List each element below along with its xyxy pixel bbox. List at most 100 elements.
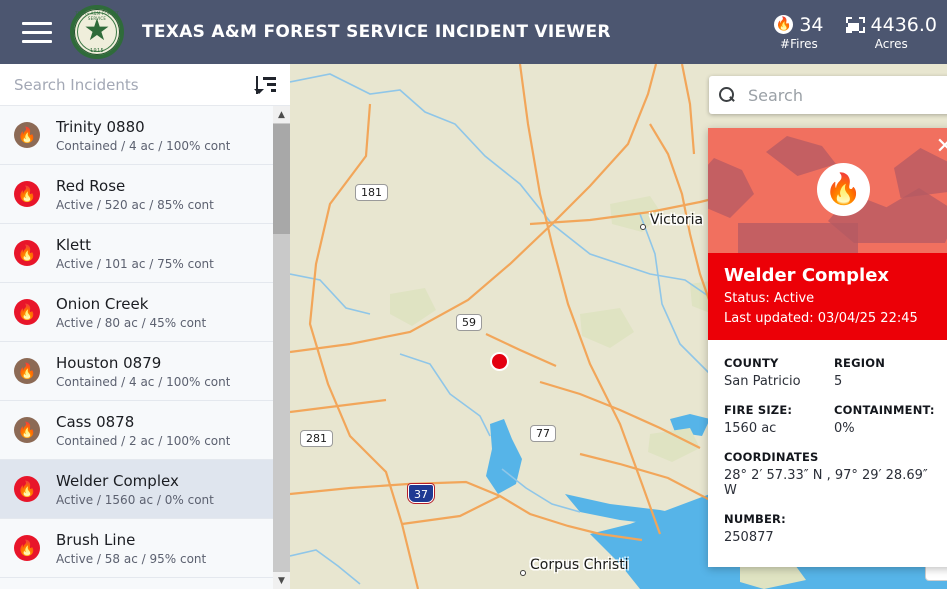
incident-viewer-app: TEXAS A&M FOREST SERVICE ★ 1915 TEXAS A&…: [0, 0, 947, 589]
incident-sidebar: 🔥 Trinity 0880 Contained / 4 ac / 100% c…: [0, 64, 290, 589]
incident-name: Trinity 0880: [56, 117, 145, 136]
sidebar-scrollbar[interactable]: ▲ ▼: [273, 106, 290, 589]
field-label: REGION: [834, 356, 886, 370]
map-search-box[interactable]: [709, 76, 947, 114]
field-label: CONTAINMENT:: [834, 403, 935, 417]
fire-icon: 🔥: [817, 163, 870, 216]
incident-meta: Active / 101 ac / 75% cont: [56, 256, 214, 271]
incident-meta: Active / 1560 ac / 0% cont: [56, 492, 214, 507]
field-label: COUNTY: [724, 356, 779, 370]
acres-icon: [845, 16, 865, 33]
fire-icon: 🔥: [14, 299, 40, 325]
incident-name: Houston 0879: [56, 353, 162, 372]
list-item[interactable]: 🔥 Cass 0878 Contained / 2 ac / 100% cont: [0, 401, 290, 460]
sort-bar: [271, 88, 276, 92]
incident-meta: Contained / 2 ac / 100% cont: [56, 433, 231, 448]
page-title: TEXAS A&M FOREST SERVICE INCIDENT VIEWER: [142, 22, 611, 42]
list-item[interactable]: 🔥 Klett Active / 101 ac / 75% cont: [0, 224, 290, 283]
sidebar-search-bar: [0, 64, 290, 106]
incident-name: Welder Complex: [56, 471, 179, 490]
field-value: 5: [834, 374, 843, 389]
list-item[interactable]: 🔥 Red Rose Active / 520 ac / 85% cont: [0, 165, 290, 224]
route-shield-281[interactable]: 281: [300, 430, 333, 447]
list-item[interactable]: 🔥 Onion Creek Active / 80 ac / 45% cont: [0, 283, 290, 342]
sort-bar: [267, 82, 276, 86]
field-value: San Patricio: [724, 374, 801, 389]
hamburger-bar: [22, 39, 52, 43]
stat-acres: 4436.0 Acres: [845, 13, 937, 51]
field-value: 28° 2′ 57.33″ N , 97° 29′ 28.69″ W: [724, 468, 928, 498]
map-search-input[interactable]: [748, 85, 947, 105]
city-dot-victoria: [640, 224, 646, 230]
app-header: TEXAS A&M FOREST SERVICE ★ 1915 TEXAS A&…: [0, 0, 947, 64]
field-label: NUMBER:: [724, 512, 786, 526]
field-value: 0%: [834, 421, 855, 436]
field-containment: CONTAINMENT: 0%: [834, 403, 944, 436]
sort-bar: [263, 76, 276, 80]
lake-choke: [486, 419, 522, 494]
incident-meta: Contained / 4 ac / 100% cont: [56, 374, 231, 389]
incident-meta: Active / 520 ac / 85% cont: [56, 197, 214, 212]
list-item[interactable]: 🔥 Double Fork: [0, 578, 290, 589]
stat-fires-value: 34: [799, 13, 824, 36]
list-item[interactable]: 🔥 Trinity 0880 Contained / 4 ac / 100% c…: [0, 106, 290, 165]
welder-complex-fire-marker[interactable]: [490, 352, 509, 371]
route-shield-59[interactable]: 59: [456, 314, 482, 331]
stat-fires-label: #Fires: [780, 36, 818, 51]
incident-info-panel: 🔥 ✕ Welder Complex Status: Active Last u…: [708, 128, 947, 567]
last-updated-line: Last updated: 03/04/25 22:45: [724, 311, 918, 326]
hamburger-bar: [22, 30, 52, 34]
star-icon: ★: [83, 13, 111, 48]
field-value: 1560 ac: [724, 421, 777, 436]
field-region: REGION 5: [834, 356, 944, 389]
stat-fires: 🔥 34 #Fires: [774, 13, 824, 51]
field-row: COUNTY San Patricio REGION 5: [724, 356, 944, 389]
fire-icon: 🔥: [14, 181, 40, 207]
panel-detail-fields: COUNTY San Patricio REGION 5 FIRE SIZE: …: [708, 340, 947, 567]
field-value: 250877: [724, 530, 774, 545]
sort-arrow-head: [254, 88, 264, 94]
field-label: FIRE SIZE:: [724, 403, 793, 417]
incident-list[interactable]: 🔥 Trinity 0880 Contained / 4 ac / 100% c…: [0, 106, 290, 589]
route-shield-i37[interactable]: 37: [408, 484, 434, 503]
city-label-victoria: Victoria: [650, 212, 704, 228]
panel-banner: Welder Complex Status: Active Last updat…: [708, 253, 947, 340]
incident-title: Welder Complex: [724, 265, 890, 286]
hamburger-bar: [22, 21, 52, 25]
forest-service-seal-logo[interactable]: TEXAS A&M FOREST SERVICE ★ 1915: [70, 5, 124, 59]
chevron-down-icon[interactable]: ▼: [273, 572, 290, 589]
incident-name: Red Rose: [56, 176, 126, 195]
stat-acres-label: Acres: [874, 36, 908, 51]
list-item-selected[interactable]: 🔥 Welder Complex Active / 1560 ac / 0% c…: [0, 460, 290, 519]
sort-descending-icon[interactable]: [254, 75, 276, 94]
hamburger-icon[interactable]: [22, 21, 52, 43]
fire-icon: 🔥: [14, 535, 40, 561]
city-label-corpus-christi: Corpus Christi: [530, 557, 629, 573]
fire-icon: 🔥: [14, 122, 40, 148]
incident-meta: Active / 80 ac / 45% cont: [56, 315, 207, 330]
close-icon[interactable]: ✕: [936, 136, 947, 158]
scrollbar-thumb[interactable]: [273, 124, 290, 234]
fire-icon: 🔥: [774, 15, 794, 34]
fire-icon: 🔥: [14, 417, 40, 443]
stat-acres-value: 4436.0: [870, 13, 937, 36]
route-shield-77[interactable]: 77: [530, 425, 556, 442]
hero-shape: [738, 223, 858, 253]
fire-icon: 🔥: [14, 240, 40, 266]
list-item[interactable]: 🔥 Houston 0879 Contained / 4 ac / 100% c…: [0, 342, 290, 401]
field-county: COUNTY San Patricio: [724, 356, 834, 389]
route-shield-181[interactable]: 181: [355, 184, 388, 201]
incident-name: Brush Line: [56, 530, 136, 549]
field-coordinates: COORDINATES 28° 2′ 57.33″ N , 97° 29′ 28…: [724, 450, 944, 498]
chevron-up-icon[interactable]: ▲: [273, 106, 290, 123]
incident-meta: Active / 58 ac / 95% cont: [56, 551, 207, 566]
field-number: NUMBER: 250877: [724, 512, 944, 545]
incident-name: Cass 0878: [56, 412, 135, 431]
field-label: COORDINATES: [724, 450, 819, 464]
panel-hero-image: 🔥 ✕: [708, 128, 947, 253]
search-input[interactable]: [14, 75, 256, 94]
status-line: Status: Active: [724, 291, 815, 306]
incident-meta: Contained / 4 ac / 100% cont: [56, 138, 231, 153]
list-item[interactable]: 🔥 Brush Line Active / 58 ac / 95% cont: [0, 519, 290, 578]
incident-name: Klett: [56, 235, 91, 254]
